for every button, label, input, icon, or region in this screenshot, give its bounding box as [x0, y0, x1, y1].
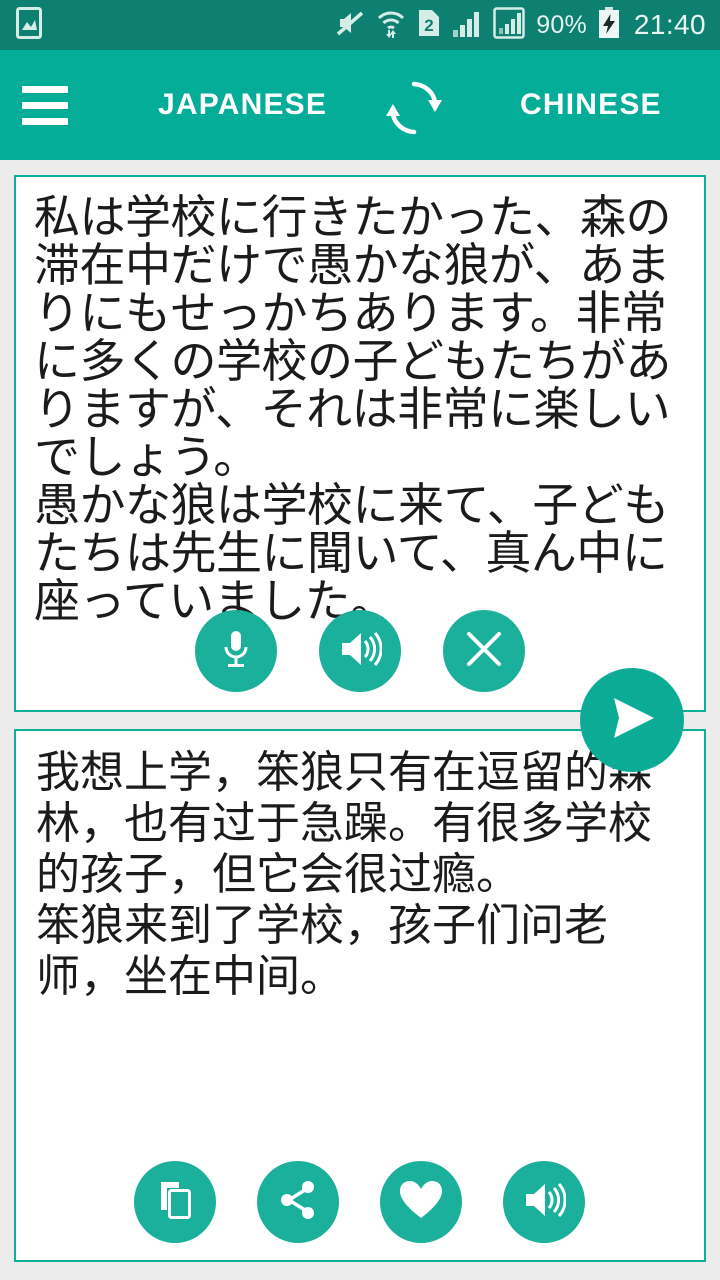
microphone-button[interactable] [195, 610, 277, 692]
close-icon [464, 629, 504, 673]
clock-label: 21:40 [633, 9, 706, 40]
speak-source-button[interactable] [319, 610, 401, 692]
battery-charging-icon [598, 7, 620, 43]
speaker-icon [338, 629, 383, 673]
signal-boxed-icon [493, 7, 526, 43]
favorite-button[interactable] [380, 1161, 462, 1243]
share-button[interactable] [257, 1161, 339, 1243]
heart-icon [398, 1179, 444, 1225]
hamburger-menu-icon[interactable] [22, 85, 68, 125]
copy-button[interactable] [134, 1161, 216, 1243]
microphone-icon [216, 627, 256, 675]
signal-bars-icon [452, 8, 482, 42]
source-text[interactable]: 私は学校に行きたかった、森の滞在中だけで愚かな狼が、あまりにもせっかちあります。… [16, 177, 704, 625]
status-bar: 2 90% 21:40 [0, 0, 720, 50]
target-text: 我想上学，笨狼只有在逗留的森林，也有过于急躁。有很多学校的孩子，但它会很过瘾。 … [36, 747, 652, 1002]
svg-text:2: 2 [425, 16, 434, 35]
battery-percent-label: 90% [536, 10, 587, 39]
source-actions-row [195, 610, 525, 692]
hamburger-bar-2 [22, 101, 68, 109]
send-translate-button[interactable] [580, 668, 684, 772]
hamburger-bar-1 [22, 85, 68, 93]
image-icon [16, 7, 42, 43]
mute-icon [335, 8, 365, 42]
wifi-icon [376, 8, 406, 42]
hamburger-bar-3 [22, 117, 68, 125]
swap-languages-icon[interactable] [381, 78, 447, 138]
clear-button[interactable] [443, 610, 525, 692]
target-language-button[interactable]: CHINESE [520, 88, 662, 122]
app-bar: JAPANESE CHINESE [0, 50, 720, 160]
status-bar-right: 2 90% 21:40 [335, 7, 706, 43]
speaker-icon [522, 1180, 567, 1224]
share-icon [277, 1179, 319, 1225]
speak-target-button[interactable] [503, 1161, 585, 1243]
target-actions-row [134, 1161, 585, 1243]
sim2-icon: 2 [417, 8, 441, 42]
copy-icon [155, 1179, 195, 1225]
source-language-button[interactable]: JAPANESE [158, 88, 327, 122]
send-icon [604, 692, 660, 748]
status-bar-left [16, 7, 42, 43]
